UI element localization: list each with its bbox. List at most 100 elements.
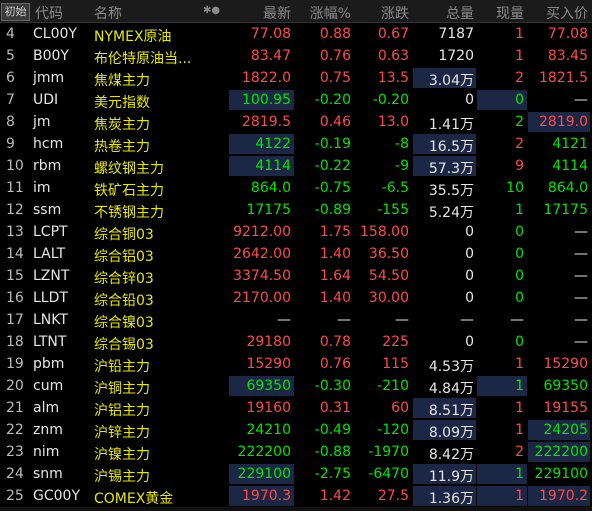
bid-price: 15290 [543,356,588,372]
table-row[interactable]: 7 UDI 美元指数 100.95 -0.20 -0.20 0 0 — [0,89,592,111]
total-volume: — [460,312,474,328]
current-volume: 0 [515,334,524,350]
bid-price: — [574,334,588,350]
symbol-code: UDI [33,92,59,108]
table-row[interactable]: 9 hcm 热卷主力 4122 -0.19 -8 16.5万 2 4121 [0,133,592,155]
change-percent: -0.19 [314,136,351,152]
change-percent: 0.76 [319,356,351,372]
change-percent: — [337,312,351,328]
row-index: 23 [6,444,24,460]
change-value: -210 [377,378,409,394]
change-percent: -0.22 [314,158,351,174]
column-header-name[interactable]: 名称 [94,3,122,23]
table-row[interactable]: 10 rbm 螺纹钢主力 4114 -0.22 -9 57.3万 9 4114 [0,155,592,177]
table-row[interactable]: 22 znm 沪锌主力 24210 -0.49 -120 8.09万 1 24205 [0,419,592,441]
latest-price: 1822.0 [242,70,291,86]
column-header-change-percent[interactable]: 涨幅% [310,3,351,23]
change-value: -1970 [368,444,409,460]
change-value: 30.00 [368,290,409,306]
column-header-latest[interactable]: 最新 [263,3,291,23]
table-row[interactable]: 16 LLDT 综合铅03 2170.00 1.40 30.00 0 0 — [0,287,592,309]
change-percent: 0.31 [319,400,351,416]
bid-price: 4121 [552,136,588,152]
total-volume: 0 [465,246,474,262]
table-row[interactable]: 18 LTNT 综合锡03 29180 0.78 225 0 0 — [0,331,592,353]
current-volume: 0 [515,224,524,240]
latest-price: 1970.3 [242,488,291,504]
row-index: 21 [6,400,24,416]
current-volume: 10 [506,180,524,196]
symbol-code: hcm [33,136,64,152]
symbol-name: 螺纹钢主力 [94,161,164,177]
total-volume: 0 [465,268,474,284]
table-row[interactable]: 24 snm 沪锡主力 229100 -2.75 -6470 11.9万 1 229100 [0,463,592,485]
latest-price: 77.08 [250,26,291,42]
change-value: 0.67 [377,26,409,42]
table-row[interactable]: 15 LZNT 综合锌03 3374.50 1.64 54.50 0 0 — [0,265,592,287]
current-volume: 1 [515,202,524,218]
table-row[interactable]: 13 LCPT 综合铜03 9212.00 1.75 158.00 0 0 — [0,221,592,243]
current-volume: — [510,312,524,328]
bid-price: 229100 [534,466,588,482]
row-index: 13 [6,224,24,240]
change-percent: 0.75 [319,70,351,86]
table-row[interactable]: 6 jmm 焦煤主力 1822.0 0.75 13.5 3.04万 2 1821.5 [0,67,592,89]
current-volume: 1 [515,378,524,394]
change-value: -0.20 [372,92,409,108]
current-volume: 1 [515,466,524,482]
symbol-code: nim [33,444,60,460]
column-header-volume[interactable]: 总量 [446,3,474,23]
horizontal-scrollbar[interactable] [0,507,592,511]
bid-price: — [574,246,588,262]
total-volume: 11.9万 [428,469,474,485]
change-percent: -0.75 [314,180,351,196]
total-volume: 57.3万 [428,161,474,177]
sort-indicator-icon[interactable]: ✱● [203,5,220,16]
table-row[interactable]: 20 cum 沪铜主力 69350 -0.30 -210 4.84万 1 69350 [0,375,592,397]
table-row[interactable]: 19 pbm 沪铅主力 15290 0.76 115 4.53万 1 15290 [0,353,592,375]
total-volume: 3.04万 [428,73,474,89]
total-volume: 0 [465,224,474,240]
table-row[interactable]: 14 LALT 综合铝03 2642.00 1.40 36.50 0 0 — [0,243,592,265]
table-row[interactable]: 4 CL00Y NYMEX原油 77.08 0.88 0.67 7187 1 77.08 [0,23,592,45]
symbol-name: 综合铝03 [94,249,154,265]
change-percent: 0.46 [319,114,351,130]
change-percent: 1.40 [319,290,351,306]
table-row[interactable]: 21 alm 沪铝主力 19160 0.31 60 8.51万 1 19155 [0,397,592,419]
table-row[interactable]: 5 B00Y 布伦特原油当... 83.47 0.76 0.63 1720 1 83.45 [0,45,592,67]
table-row[interactable]: 11 im 铁矿石主力 864.0 -0.75 -6.5 35.5万 10 864.0 [0,177,592,199]
table-row[interactable]: 25 GC00Y COMEX黄金 1970.3 1.42 27.5 1.36万 1 1970.2 [0,485,592,507]
change-value: 225 [382,334,409,350]
row-index: 11 [6,180,24,196]
column-header-code[interactable]: 代码 [35,3,63,23]
change-percent: 1.75 [319,224,351,240]
column-header-bid-price[interactable]: 买入价 [546,3,588,23]
column-header-current-volume[interactable]: 现量 [496,3,524,23]
init-button[interactable]: 初始 [1,3,30,21]
bid-price: 77.08 [547,26,588,42]
row-index: 17 [6,312,24,328]
quote-table-header: 初始 代码 名称 ✱● 最新 涨幅% 涨跌 总量 现量 买入价 [0,0,592,23]
symbol-name: 不锈钢主力 [94,205,164,221]
symbol-name: 布伦特原油当... [94,51,192,67]
bid-price: — [574,290,588,306]
latest-price: 19160 [246,400,291,416]
bid-price: 69350 [543,378,588,394]
symbol-code: LZNT [33,268,70,284]
symbol-name: 综合锡03 [94,337,154,353]
symbol-code: LLDT [33,290,68,306]
bid-price: — [574,224,588,240]
row-index: 10 [6,158,24,174]
symbol-name: 沪铝主力 [94,403,150,419]
symbol-name: NYMEX原油 [94,29,172,45]
table-row[interactable]: 23 nim 沪镍主力 222200 -0.88 -1970 8.42万 2 222200 [0,441,592,463]
row-index: 6 [6,70,15,86]
table-row[interactable]: 12 ssm 不锈钢主力 17175 -0.89 -155 5.24万 1 17175 [0,199,592,221]
change-percent: -0.49 [314,422,351,438]
table-row[interactable]: 17 LNKT 综合镍03 — — — — — — [0,309,592,331]
row-index: 8 [6,114,15,130]
table-row[interactable]: 8 jm 焦炭主力 2819.5 0.46 13.0 1.41万 2 2819.0 [0,111,592,133]
change-percent: 1.64 [319,268,351,284]
symbol-code: LTNT [33,334,67,350]
column-header-change[interactable]: 涨跌 [381,3,409,23]
